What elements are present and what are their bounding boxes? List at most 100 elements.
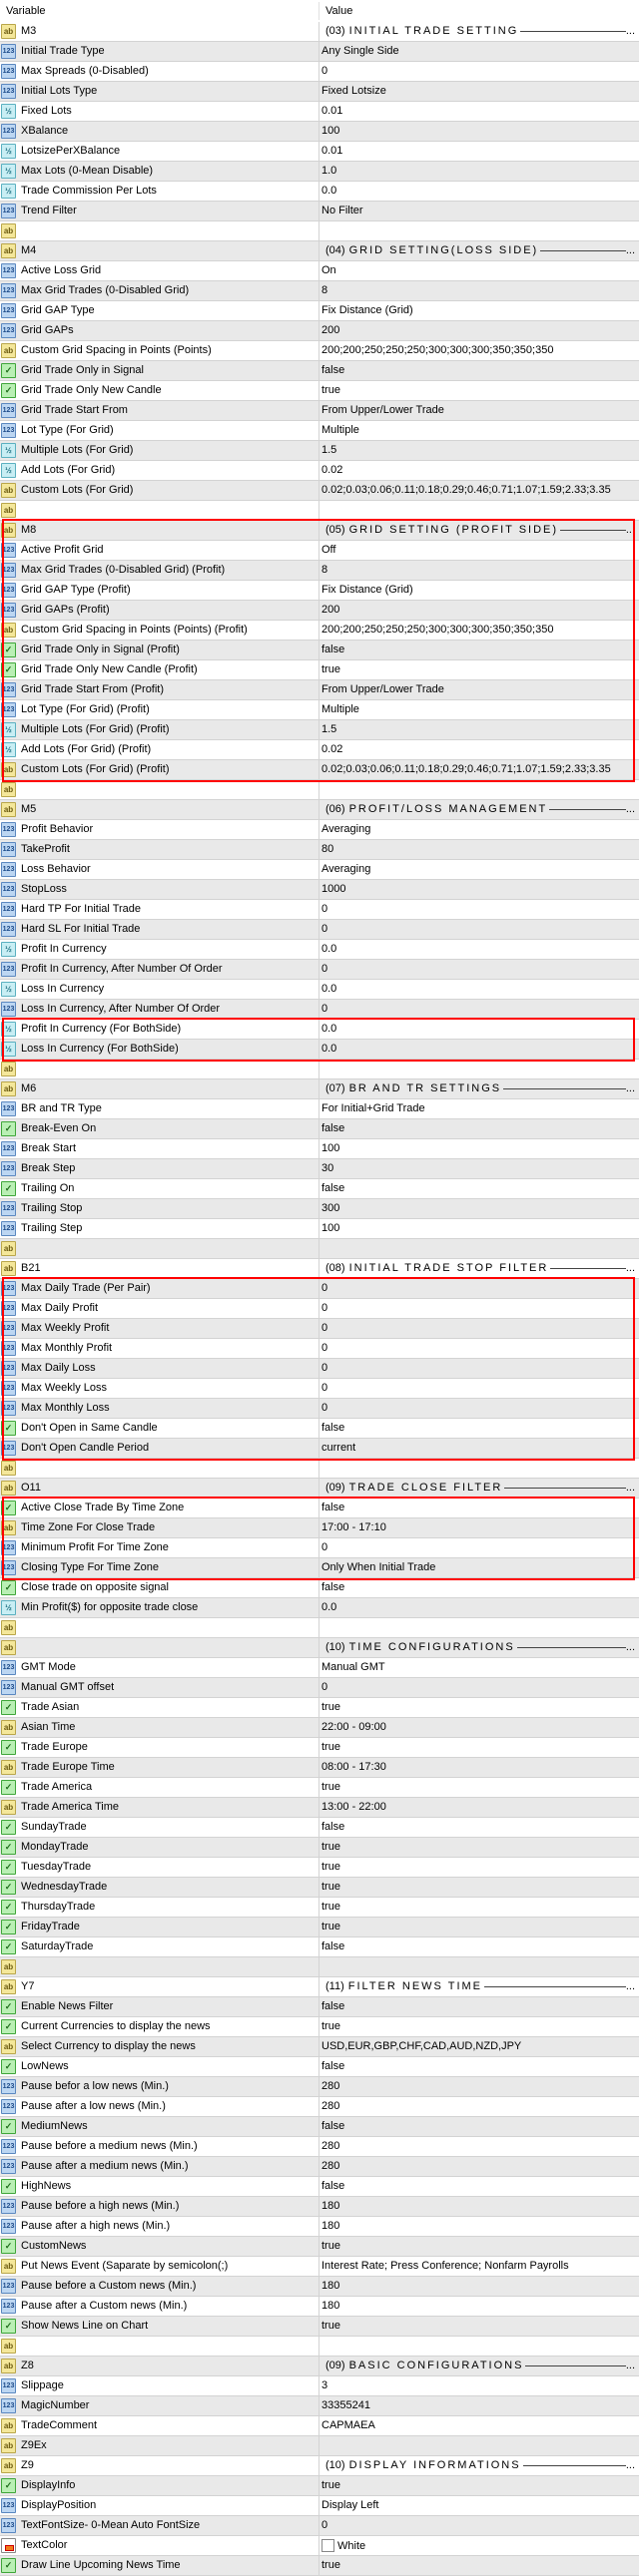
- table-row[interactable]: ✓ CustomNews true: [0, 2237, 639, 2257]
- variable-value[interactable]: 0: [321, 1282, 635, 1294]
- variable-value[interactable]: 3: [321, 2379, 635, 2391]
- variable-value[interactable]: (10) DISPLAY INFORMATIONS...: [321, 2459, 635, 2471]
- table-row[interactable]: ab: [0, 1060, 639, 1079]
- table-row[interactable]: 123 Max Weekly Profit 0: [0, 1319, 639, 1339]
- variable-value[interactable]: 0: [321, 1362, 635, 1374]
- variable-value[interactable]: (10) TIME CONFIGURATIONS...: [321, 1641, 635, 1653]
- variable-value[interactable]: 180: [321, 2200, 635, 2212]
- table-row[interactable]: ½ Max Lots (0-Mean Disable) 1.0: [0, 162, 639, 182]
- variable-value[interactable]: For Initial+Grid Trade: [321, 1102, 635, 1114]
- table-row[interactable]: 123 Pause befor a low news (Min.) 280: [0, 2077, 639, 2097]
- variable-value[interactable]: 180: [321, 2300, 635, 2312]
- variable-value[interactable]: 0.0: [321, 1023, 635, 1035]
- variable-value[interactable]: 17:00 - 17:10: [321, 1521, 635, 1533]
- table-row[interactable]: ab Z9Ex: [0, 2436, 639, 2456]
- variable-value[interactable]: 08:00 - 17:30: [321, 1761, 635, 1773]
- variable-value[interactable]: 100: [321, 125, 635, 137]
- variable-value[interactable]: true: [321, 384, 635, 396]
- variable-value[interactable]: 0.01: [321, 105, 635, 117]
- variable-value[interactable]: CAPMAEA: [321, 2419, 635, 2431]
- table-row[interactable]: ✓ SaturdayTrade false: [0, 1937, 639, 1957]
- variable-value[interactable]: 8: [321, 564, 635, 576]
- section-header-row[interactable]: ab M8 (05) GRID SETTING (PROFIT SIDE)...: [0, 521, 639, 541]
- table-row[interactable]: ab Select Currency to display the news USD…: [0, 2037, 639, 2057]
- variable-value[interactable]: 0: [321, 923, 635, 935]
- variable-value[interactable]: (06) PROFIT/LOSS MANAGEMENT...: [321, 803, 635, 815]
- table-row[interactable]: ½ Profit In Currency (For BothSide) 0.0: [0, 1020, 639, 1040]
- table-row[interactable]: ½ Add Lots (For Grid) 0.02: [0, 461, 639, 481]
- variable-value[interactable]: Fix Distance (Grid): [321, 584, 635, 596]
- section-header-row[interactable]: ab (10) TIME CONFIGURATIONS...: [0, 1638, 639, 1658]
- variable-value[interactable]: 0.02: [321, 464, 635, 476]
- table-row[interactable]: 123 Closing Type For Time Zone Only When I…: [0, 1558, 639, 1578]
- table-row[interactable]: 123 Break Step 30: [0, 1159, 639, 1179]
- table-row[interactable]: 123 Manual GMT offset 0: [0, 1678, 639, 1698]
- variable-value[interactable]: 0: [321, 1402, 635, 1414]
- variable-value[interactable]: 0.02: [321, 743, 635, 755]
- table-row[interactable]: 123 XBalance 100: [0, 122, 639, 142]
- variable-value[interactable]: false: [321, 1182, 635, 1194]
- variable-value[interactable]: Averaging: [321, 823, 635, 835]
- color-swatch[interactable]: [321, 2539, 334, 2552]
- variable-value[interactable]: Off: [321, 544, 635, 556]
- table-row[interactable]: 123 Pause before a high news (Min.) 180: [0, 2197, 639, 2217]
- table-row[interactable]: 123 Grid GAPs (Profit) 200: [0, 601, 639, 621]
- table-row[interactable]: 123 Pause before a Custom news (Min.) 180: [0, 2277, 639, 2297]
- section-header-row[interactable]: ab M5 (06) PROFIT/LOSS MANAGEMENT...: [0, 800, 639, 820]
- variable-value[interactable]: 0: [321, 1302, 635, 1314]
- variable-value[interactable]: false: [321, 2180, 635, 2192]
- variable-value[interactable]: (05) GRID SETTING (PROFIT SIDE)...: [321, 524, 635, 536]
- table-row[interactable]: 123 Active Profit Grid Off: [0, 541, 639, 561]
- variable-value[interactable]: 0: [321, 1322, 635, 1334]
- variable-value[interactable]: 0: [321, 65, 635, 77]
- variable-value[interactable]: false: [321, 2000, 635, 2012]
- table-row[interactable]: ½ Loss In Currency (For BothSide) 0.0: [0, 1040, 639, 1060]
- variable-value[interactable]: 300: [321, 1202, 635, 1214]
- table-row[interactable]: 123 BR and TR Type For Initial+Grid Trade: [0, 1099, 639, 1119]
- table-row[interactable]: 123 Trend Filter No Filter: [0, 202, 639, 221]
- variable-value[interactable]: false: [321, 644, 635, 655]
- table-row[interactable]: ✓ FridayTrade true: [0, 1918, 639, 1937]
- table-row[interactable]: 123 Initial Trade Type Any Single Side: [0, 42, 639, 62]
- variable-value[interactable]: Fixed Lotsize: [321, 85, 635, 97]
- variable-value[interactable]: 0.0: [321, 983, 635, 995]
- variable-value[interactable]: false: [321, 1821, 635, 1833]
- variable-value[interactable]: 0: [321, 1342, 635, 1354]
- table-row[interactable]: 123 MagicNumber 33355241: [0, 2396, 639, 2416]
- variable-value[interactable]: true: [321, 1841, 635, 1853]
- variable-value[interactable]: 100: [321, 1222, 635, 1234]
- variable-value[interactable]: 180: [321, 2280, 635, 2292]
- table-row[interactable]: 123 Pause after a high news (Min.) 180: [0, 2217, 639, 2237]
- table-row[interactable]: ab Time Zone For Close Trade 17:00 - 17:10: [0, 1518, 639, 1538]
- variable-value[interactable]: Multiple: [321, 703, 635, 715]
- variable-value[interactable]: 0: [321, 1541, 635, 1553]
- variable-value[interactable]: 0.02;0.03;0.06;0.11;0.18;0.29;0.46;0.71;…: [321, 763, 635, 775]
- variable-value[interactable]: 280: [321, 2100, 635, 2112]
- variable-value[interactable]: true: [321, 2020, 635, 2032]
- section-header-row[interactable]: ab O11 (09) TRADE CLOSE FILTER...: [0, 1479, 639, 1499]
- table-row[interactable]: 123 Max Grid Trades (0-Disabled Grid) 8: [0, 281, 639, 301]
- column-header-value[interactable]: Value: [325, 5, 352, 17]
- variable-value[interactable]: true: [321, 2320, 635, 2332]
- table-row[interactable]: ab: [0, 1239, 639, 1259]
- table-row[interactable]: ab: [0, 780, 639, 800]
- table-row[interactable]: 123 Max Spreads (0-Disabled) 0: [0, 62, 639, 82]
- table-row[interactable]: 123 GMT Mode Manual GMT: [0, 1658, 639, 1678]
- table-row[interactable]: ✓ Grid Trade Only New Candle true: [0, 381, 639, 401]
- table-row[interactable]: ab: [0, 221, 639, 241]
- section-header-row[interactable]: ab M4 (04) GRID SETTING(LOSS SIDE)...: [0, 241, 639, 261]
- variable-value[interactable]: true: [321, 1741, 635, 1753]
- table-row[interactable]: ½ Multiple Lots (For Grid) 1.5: [0, 441, 639, 461]
- variable-value[interactable]: USD,EUR,GBP,CHF,CAD,AUD,NZD,JPY: [321, 2040, 635, 2052]
- table-row[interactable]: ½ Trade Commission Per Lots 0.0: [0, 182, 639, 202]
- column-divider[interactable]: [319, 2, 320, 20]
- table-row[interactable]: 123 TextFontSize- 0-Mean Auto FontSize 0: [0, 2516, 639, 2536]
- variable-value[interactable]: 0: [321, 2519, 635, 2531]
- table-row[interactable]: ab Put News Event (Saparate by semicolon(…: [0, 2257, 639, 2277]
- table-row[interactable]: 123 DisplayPosition Display Left: [0, 2496, 639, 2516]
- table-row[interactable]: ✓ WednesdayTrade true: [0, 1878, 639, 1898]
- table-row[interactable]: ✓ Trade Asian true: [0, 1698, 639, 1718]
- variable-value[interactable]: On: [321, 264, 635, 276]
- variable-value[interactable]: 1.5: [321, 723, 635, 735]
- column-header-variable[interactable]: Variable: [6, 5, 46, 17]
